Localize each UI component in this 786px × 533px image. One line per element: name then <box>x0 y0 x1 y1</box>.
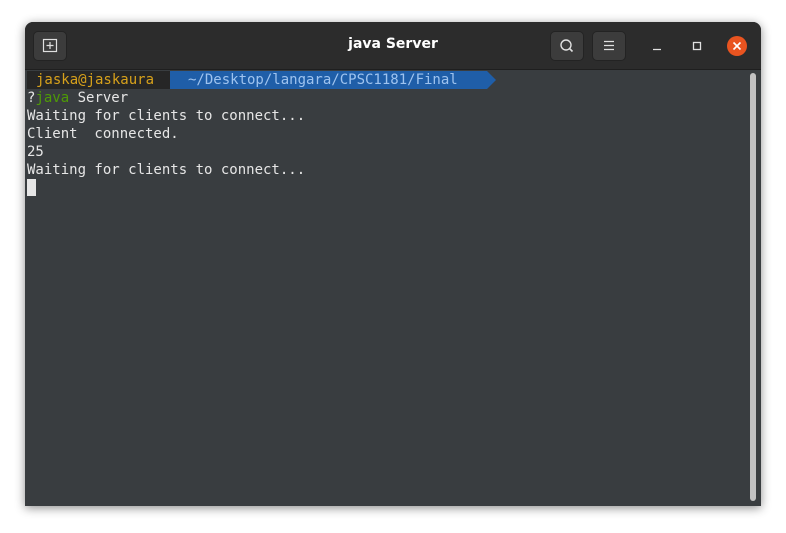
command-program: java <box>35 90 70 106</box>
prompt-path-segment: ~/Desktop/langara/CPSC1181/Final <box>170 71 487 89</box>
terminal-area[interactable]: jaska@jaskaura ~/Desktop/langara/CPSC118… <box>25 70 761 506</box>
title-bar: java Server <box>25 22 761 70</box>
command-args: Server <box>69 90 129 106</box>
text-cursor <box>27 179 36 196</box>
menu-button[interactable] <box>592 31 626 61</box>
prompt-user-segment: jaska@jaskaura <box>27 71 170 89</box>
search-button[interactable] <box>550 31 584 61</box>
output-line: 25 <box>27 144 44 160</box>
search-icon <box>560 39 574 53</box>
close-button[interactable] <box>727 36 747 56</box>
output-line: Waiting for clients to connect... <box>27 162 306 178</box>
hamburger-menu-icon <box>604 40 614 51</box>
prompt-end-arrow <box>487 71 496 89</box>
scrollbar[interactable] <box>750 73 756 501</box>
terminal-window: java Server jaska@jaskaura ~/Desktop/lan… <box>25 22 761 506</box>
command-line: ?java Server <box>27 89 128 107</box>
maximize-icon <box>692 41 702 51</box>
output-line: Client connected. <box>27 126 179 142</box>
maximize-button[interactable] <box>687 36 707 56</box>
output-line: Waiting for clients to connect... <box>27 108 306 124</box>
minimize-icon <box>653 48 661 51</box>
close-icon <box>732 41 742 51</box>
minimize-button[interactable] <box>647 36 667 56</box>
